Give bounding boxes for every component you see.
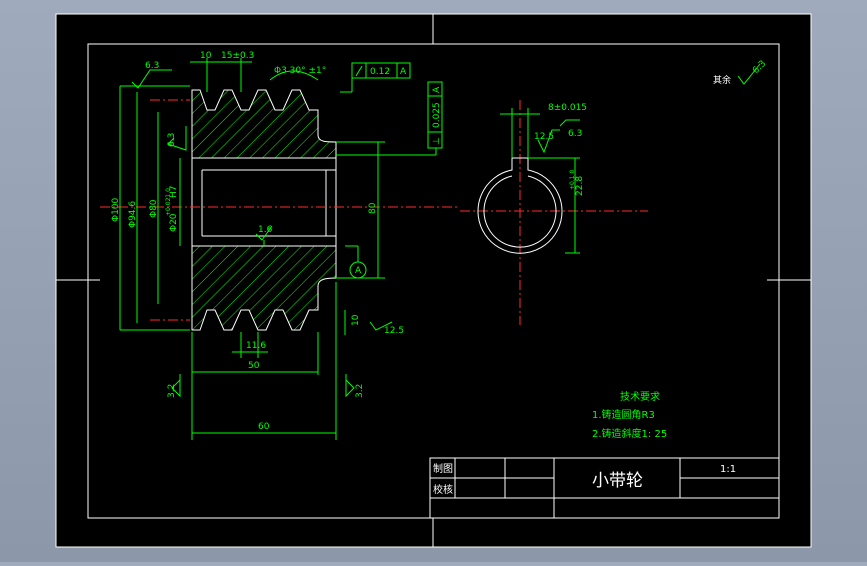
perp-symbol-icon: ⊥ <box>432 137 442 145</box>
roughness-left-bottom-value: 3.2 <box>167 384 177 398</box>
roughness-hub-value: 12.5 <box>384 326 404 336</box>
dim-10b: 10 <box>351 314 361 326</box>
roughness-left-value: 6.3 <box>167 133 177 147</box>
notes-title: 技术要求 <box>620 390 660 403</box>
dim-groove: 11.6 <box>246 341 266 351</box>
drawing-svg: A 0.12 A 0.025 A ⊥ 10 15±0.3 Φ3 30° ±1° … <box>55 13 812 548</box>
dim-diam-80: Φ80 <box>149 199 159 218</box>
runout-value: 0.12 <box>370 67 390 77</box>
roughness-top-value: 6.3 <box>145 61 159 71</box>
dim-angle: Φ3 30° ±1° <box>274 66 326 76</box>
roughness-key-top-value: 6.3 <box>568 129 582 139</box>
dim-diam-94: Φ94.6 <box>128 201 138 228</box>
cad-drawing-canvas: A 0.12 A 0.025 A ⊥ 10 15±0.3 Φ3 30° ±1° … <box>0 0 867 562</box>
roughness-other-label: 其余 <box>713 74 731 86</box>
dim-key-depth: 22.8 <box>575 176 585 196</box>
dim-10: 10 <box>200 51 212 61</box>
dim-length-80: 80 <box>368 202 378 214</box>
tb-scale: 1:1 <box>720 464 736 475</box>
dim-bore-tol: +0.021 0 <box>165 188 172 216</box>
perp-value: 0.025 <box>432 102 442 128</box>
dim-50: 50 <box>248 361 260 371</box>
dim-pitch: 15±0.3 <box>221 51 254 61</box>
roughness-right-bottom-value: 3.2 <box>355 384 365 398</box>
notes-line-1: 1.铸造圆角R3 <box>592 408 655 421</box>
dim-key-depth-tol: +0.1 0 <box>569 170 576 190</box>
dim-diam-100: Φ100 <box>111 197 121 222</box>
datum-a-label: A <box>355 266 362 276</box>
dim-60: 60 <box>258 422 270 432</box>
tb-checked-label: 校核 <box>433 483 453 496</box>
perp-datum: A <box>432 86 442 93</box>
tb-part-name: 小带轮 <box>592 471 643 491</box>
roughness-key-side-value: 12.5 <box>534 132 554 142</box>
tb-drawn-label: 制图 <box>433 462 453 475</box>
notes-line-2: 2.铸造斜度1: 25 <box>592 427 667 440</box>
runout-datum: A <box>400 67 407 77</box>
roughness-bore-value: 1.6 <box>258 225 273 235</box>
dim-key-width: 8±0.015 <box>548 103 587 113</box>
